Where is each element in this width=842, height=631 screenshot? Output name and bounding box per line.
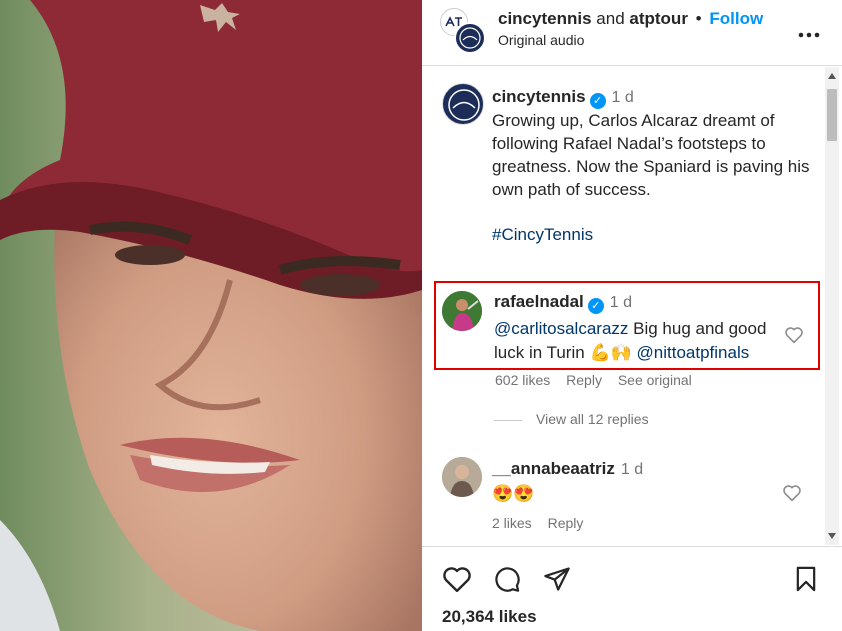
post-likes-count[interactable]: 20,364 likes [442, 607, 537, 627]
comment-button[interactable] [492, 565, 522, 598]
nadal-avatar-image [442, 291, 482, 331]
comment-time[interactable]: 1 d [610, 294, 632, 311]
verified-badge-icon: ✓ [589, 93, 606, 109]
header-user1[interactable]: cincytennis [498, 9, 592, 28]
reply-button[interactable]: Reply [566, 372, 602, 388]
more-horizontal-icon [798, 32, 820, 38]
scroll-up-arrow-icon[interactable] [828, 73, 836, 79]
caption-body: cincytennis ✓ 1 d Growing up, Carlos Alcar… [492, 85, 812, 246]
bookmark-icon [796, 566, 816, 592]
comment-avatar[interactable] [442, 291, 482, 331]
caption-hashtag[interactable]: #CincyTennis [492, 223, 812, 246]
comment-time[interactable]: 1 d [621, 461, 643, 478]
header-joiner: and [596, 9, 625, 28]
post-header: cincytennis and atptour • Follow Origina… [422, 0, 842, 66]
comments-scrollbar[interactable] [825, 67, 839, 545]
heart-icon [443, 567, 471, 593]
heart-icon [785, 327, 803, 344]
comment-meta: 2 likes Reply [492, 515, 595, 531]
view-replies-label: View all 12 replies [536, 411, 649, 427]
scroll-down-arrow-icon[interactable] [828, 533, 836, 539]
comment-body: __annabeaatriz 1 d 😍😍 [492, 457, 643, 506]
mention-link[interactable]: @nittoatpfinals [637, 343, 750, 362]
comment-likes[interactable]: 2 likes [492, 515, 532, 531]
header-user2[interactable]: atptour [629, 9, 688, 28]
header-title: cincytennis and atptour • Follow [498, 9, 763, 29]
heart-icon [783, 485, 801, 502]
comment-username[interactable]: __annabeaatriz [492, 459, 615, 478]
caption-text: Growing up, Carlos Alcaraz dreamt of fol… [492, 111, 810, 199]
replies-divider [494, 419, 522, 421]
post-image [0, 0, 422, 631]
scrollbar-thumb[interactable] [827, 89, 837, 141]
share-button[interactable] [542, 565, 572, 598]
view-replies-button[interactable]: View all 12 replies [494, 411, 649, 427]
user-avatar-image [442, 457, 482, 497]
mention-link[interactable]: @carlitosalcarazz [494, 319, 628, 338]
comment-text: 😍😍 [492, 484, 535, 503]
cincy-logo-icon [459, 27, 481, 49]
post-panel: cincytennis and atptour • Follow Origina… [422, 0, 842, 631]
like-comment-button[interactable] [782, 484, 802, 507]
comment-avatar[interactable] [442, 457, 482, 497]
see-original-button[interactable]: See original [618, 372, 692, 388]
comment-likes[interactable]: 602 likes [495, 372, 550, 388]
comment-username[interactable]: rafaelnadal [494, 292, 584, 311]
comment-body: rafaelnadal ✓ 1 d @carlitosalcarazz Big hu… [494, 290, 784, 365]
follow-button[interactable]: Follow [709, 9, 763, 28]
like-button[interactable] [442, 565, 472, 598]
comment-icon [495, 567, 520, 592]
audio-label[interactable]: Original audio [498, 32, 584, 48]
verified-badge-icon: ✓ [587, 298, 604, 314]
caption-avatar[interactable] [442, 83, 484, 125]
comments-list[interactable]: cincytennis ✓ 1 d Growing up, Carlos Alcar… [422, 67, 842, 545]
cincytennis-avatar[interactable] [454, 22, 486, 54]
cincy-logo-icon [448, 89, 480, 121]
send-icon [544, 567, 570, 591]
post-actions: 20,364 likes [422, 546, 842, 631]
more-options-button[interactable] [798, 18, 820, 44]
like-comment-button[interactable] [784, 326, 804, 349]
save-button[interactable] [792, 565, 820, 598]
comment-meta: 602 likes Reply See original [495, 372, 704, 388]
header-separator: • [695, 9, 702, 28]
collab-avatars[interactable] [440, 8, 486, 54]
caption-time[interactable]: 1 d [612, 89, 634, 106]
reply-button[interactable]: Reply [548, 515, 584, 531]
comment-text: @carlitosalcarazz Big hug and good luck … [494, 317, 784, 365]
comment-emojis: 💪🙌 [589, 343, 632, 362]
caption-username[interactable]: cincytennis [492, 87, 586, 106]
post-photo [0, 0, 422, 631]
